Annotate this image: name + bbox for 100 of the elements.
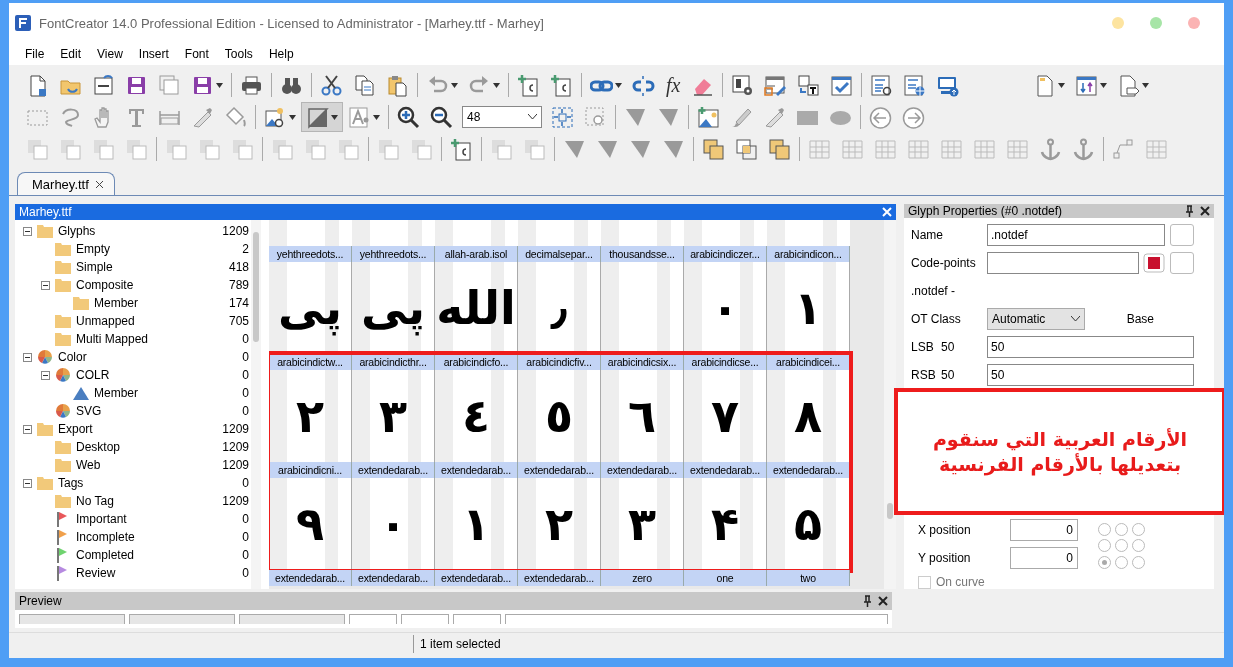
- glyph-cell[interactable]: [601, 262, 684, 354]
- name-field[interactable]: .notdef: [987, 224, 1165, 247]
- glyph-cell[interactable]: ٦: [601, 370, 684, 462]
- glyph-cell[interactable]: ٥: [518, 370, 601, 462]
- glyph-name: extendedarab...: [352, 462, 435, 478]
- glyph: پی: [277, 279, 343, 338]
- x-position-field[interactable]: 0: [1010, 519, 1078, 541]
- minimize-button[interactable]: [1112, 17, 1124, 29]
- glyph-cell[interactable]: ۲: [518, 478, 601, 570]
- caret-icon[interactable]: [528, 114, 537, 120]
- expand-toggle[interactable]: [41, 370, 50, 380]
- tree-item[interactable]: Member: [94, 296, 138, 310]
- glyph-cell[interactable]: ٠: [684, 262, 767, 354]
- ot-class-dropdown[interactable]: Automatic: [987, 308, 1085, 331]
- tree-item[interactable]: COLR: [76, 368, 110, 382]
- glyph: ٣: [377, 387, 409, 445]
- expand-toggle[interactable]: [23, 226, 32, 236]
- close-button[interactable]: [1188, 17, 1200, 29]
- scrollbar[interactable]: [251, 220, 261, 589]
- fill-mode-icon[interactable]: [301, 102, 343, 132]
- y-position-field[interactable]: 0: [1010, 547, 1078, 569]
- tree-item[interactable]: Review: [76, 566, 116, 580]
- expand-toggle[interactable]: [23, 352, 32, 362]
- tree-item[interactable]: Incomplete: [76, 530, 135, 544]
- unicode-icon[interactable]: [1143, 253, 1165, 274]
- glyph-name: yehthreedots...: [352, 246, 435, 262]
- zoom-field[interactable]: 48: [462, 106, 542, 128]
- menu-item[interactable]: Font: [176, 47, 217, 61]
- field-label: RSB: [911, 368, 937, 383]
- close-icon[interactable]: [878, 596, 888, 606]
- scrollbar[interactable]: [884, 220, 896, 589]
- tree-item[interactable]: Completed: [76, 548, 135, 562]
- glyph-name: thousandsse...: [601, 246, 684, 262]
- tree-item[interactable]: No Tag: [76, 494, 114, 508]
- magic-wand-button[interactable]: [1170, 224, 1194, 247]
- folder-icon: [54, 439, 72, 455]
- item-count: 0: [242, 548, 249, 562]
- glyph-cell[interactable]: ۵: [767, 478, 850, 570]
- glyph-name: arabicindicei...: [767, 354, 850, 370]
- menu-item[interactable]: Tools: [216, 47, 261, 61]
- glyph-cell[interactable]: ٫: [518, 262, 601, 354]
- menu-item[interactable]: Insert: [130, 47, 177, 61]
- tree-item[interactable]: Glyphs: [58, 224, 96, 238]
- glyph: ٫: [549, 279, 569, 337]
- field-reading: 50: [941, 340, 956, 355]
- document-tab[interactable]: Marhey.ttf: [17, 172, 115, 195]
- glyph-cell[interactable]: ٨: [767, 370, 850, 462]
- tree-item[interactable]: Simple: [76, 260, 113, 274]
- folder-icon: [36, 223, 54, 239]
- glyph-cell[interactable]: ٩: [269, 478, 352, 570]
- lsb-field[interactable]: 50: [987, 336, 1194, 359]
- glyph-cell[interactable]: پی: [352, 262, 435, 354]
- item-count: 2: [242, 242, 249, 256]
- tree-item[interactable]: Important: [76, 512, 127, 526]
- menu-item[interactable]: Help: [260, 47, 302, 61]
- tree-item[interactable]: Multi Mapped: [76, 332, 149, 346]
- tree-item[interactable]: Web: [76, 458, 101, 472]
- glyph-name: extendedarab...: [518, 462, 601, 478]
- close-icon[interactable]: [94, 179, 104, 189]
- menu-item[interactable]: View: [89, 47, 131, 61]
- folder-icon: [54, 493, 72, 509]
- tree-item[interactable]: Unmapped: [76, 314, 135, 328]
- tree-item[interactable]: Color: [58, 350, 87, 364]
- app-logo-icon: [15, 15, 31, 31]
- tree-item[interactable]: Empty: [76, 242, 110, 256]
- tree-item[interactable]: Tags: [58, 476, 84, 490]
- menu-item[interactable]: Edit: [52, 47, 90, 61]
- glyph-cell[interactable]: ١: [767, 262, 850, 354]
- glyph-cell[interactable]: ۴: [684, 478, 767, 570]
- pin-icon[interactable]: [1185, 205, 1194, 218]
- formula-button[interactable]: fx: [660, 73, 687, 97]
- glyph-cell[interactable]: پی: [269, 262, 352, 354]
- expand-toggle[interactable]: [41, 280, 50, 290]
- maximize-button[interactable]: [1150, 17, 1162, 29]
- rsb-field[interactable]: 50: [987, 364, 1194, 387]
- tree-item[interactable]: Desktop: [76, 440, 121, 454]
- glyph-name: arabicindicon...: [767, 246, 850, 262]
- glyph-cell[interactable]: ۳: [601, 478, 684, 570]
- glyph-cell[interactable]: ٣: [352, 370, 435, 462]
- tree-item[interactable]: SVG: [76, 404, 102, 418]
- tree-item[interactable]: Export: [58, 422, 93, 436]
- caret-icon[interactable]: [1071, 316, 1080, 323]
- glyph-cell[interactable]: الله: [435, 262, 518, 354]
- glyph-cell[interactable]: ٤: [435, 370, 518, 462]
- expand-toggle[interactable]: [23, 424, 32, 434]
- close-icon[interactable]: [1200, 206, 1210, 217]
- glyph-cell[interactable]: ٢: [269, 370, 352, 462]
- codepoints-field[interactable]: [987, 252, 1139, 275]
- color-wheel-icon: [54, 367, 72, 383]
- glyph-cell[interactable]: ۱: [435, 478, 518, 570]
- menu-item[interactable]: File: [17, 47, 53, 61]
- glyph: ٨: [792, 387, 824, 445]
- glyph-cell[interactable]: ۰: [352, 478, 435, 570]
- magic-wand-button[interactable]: [1170, 252, 1194, 275]
- glyph-cell[interactable]: ٧: [684, 370, 767, 462]
- tree-item[interactable]: Composite: [76, 278, 134, 292]
- pin-icon[interactable]: [863, 595, 872, 607]
- expand-toggle[interactable]: [23, 478, 32, 488]
- tree-item[interactable]: Member: [94, 386, 138, 400]
- field-label: LSB: [911, 340, 935, 355]
